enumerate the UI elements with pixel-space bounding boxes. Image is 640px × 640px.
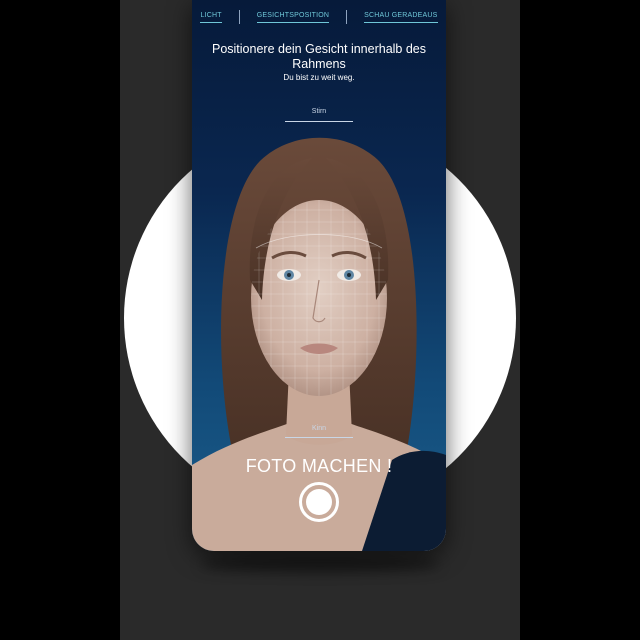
tab-separator [238, 10, 240, 24]
phone-screen: LICHT GESICHTSPOSITION SCHAU GERADEAUS P… [192, 0, 446, 551]
status-message: Du bist zu weit weg. [283, 73, 355, 82]
tab-schau-geradeaus[interactable]: SCHAU GERADEAUS [364, 12, 438, 23]
step-tabs: LICHT GESICHTSPOSITION SCHAU GERADEAUS [192, 0, 446, 34]
page-title: Positionere dein Gesicht innerhalb des R… [211, 42, 427, 71]
shutter-button[interactable] [299, 482, 339, 522]
shutter-button-icon [306, 489, 332, 515]
tab-licht[interactable]: LICHT [200, 12, 222, 23]
capture-label: FOTO MACHEN ! [245, 456, 393, 476]
chin-guide-label: Kinn [311, 425, 326, 432]
phone-shadow [200, 556, 440, 572]
forehead-guide-line [285, 121, 353, 122]
tab-gesichtsposition[interactable]: GESICHTSPOSITION [256, 12, 330, 23]
forehead-guide-label: Stirn [311, 108, 327, 115]
tab-separator [346, 10, 348, 24]
chin-guide-line [285, 437, 353, 438]
